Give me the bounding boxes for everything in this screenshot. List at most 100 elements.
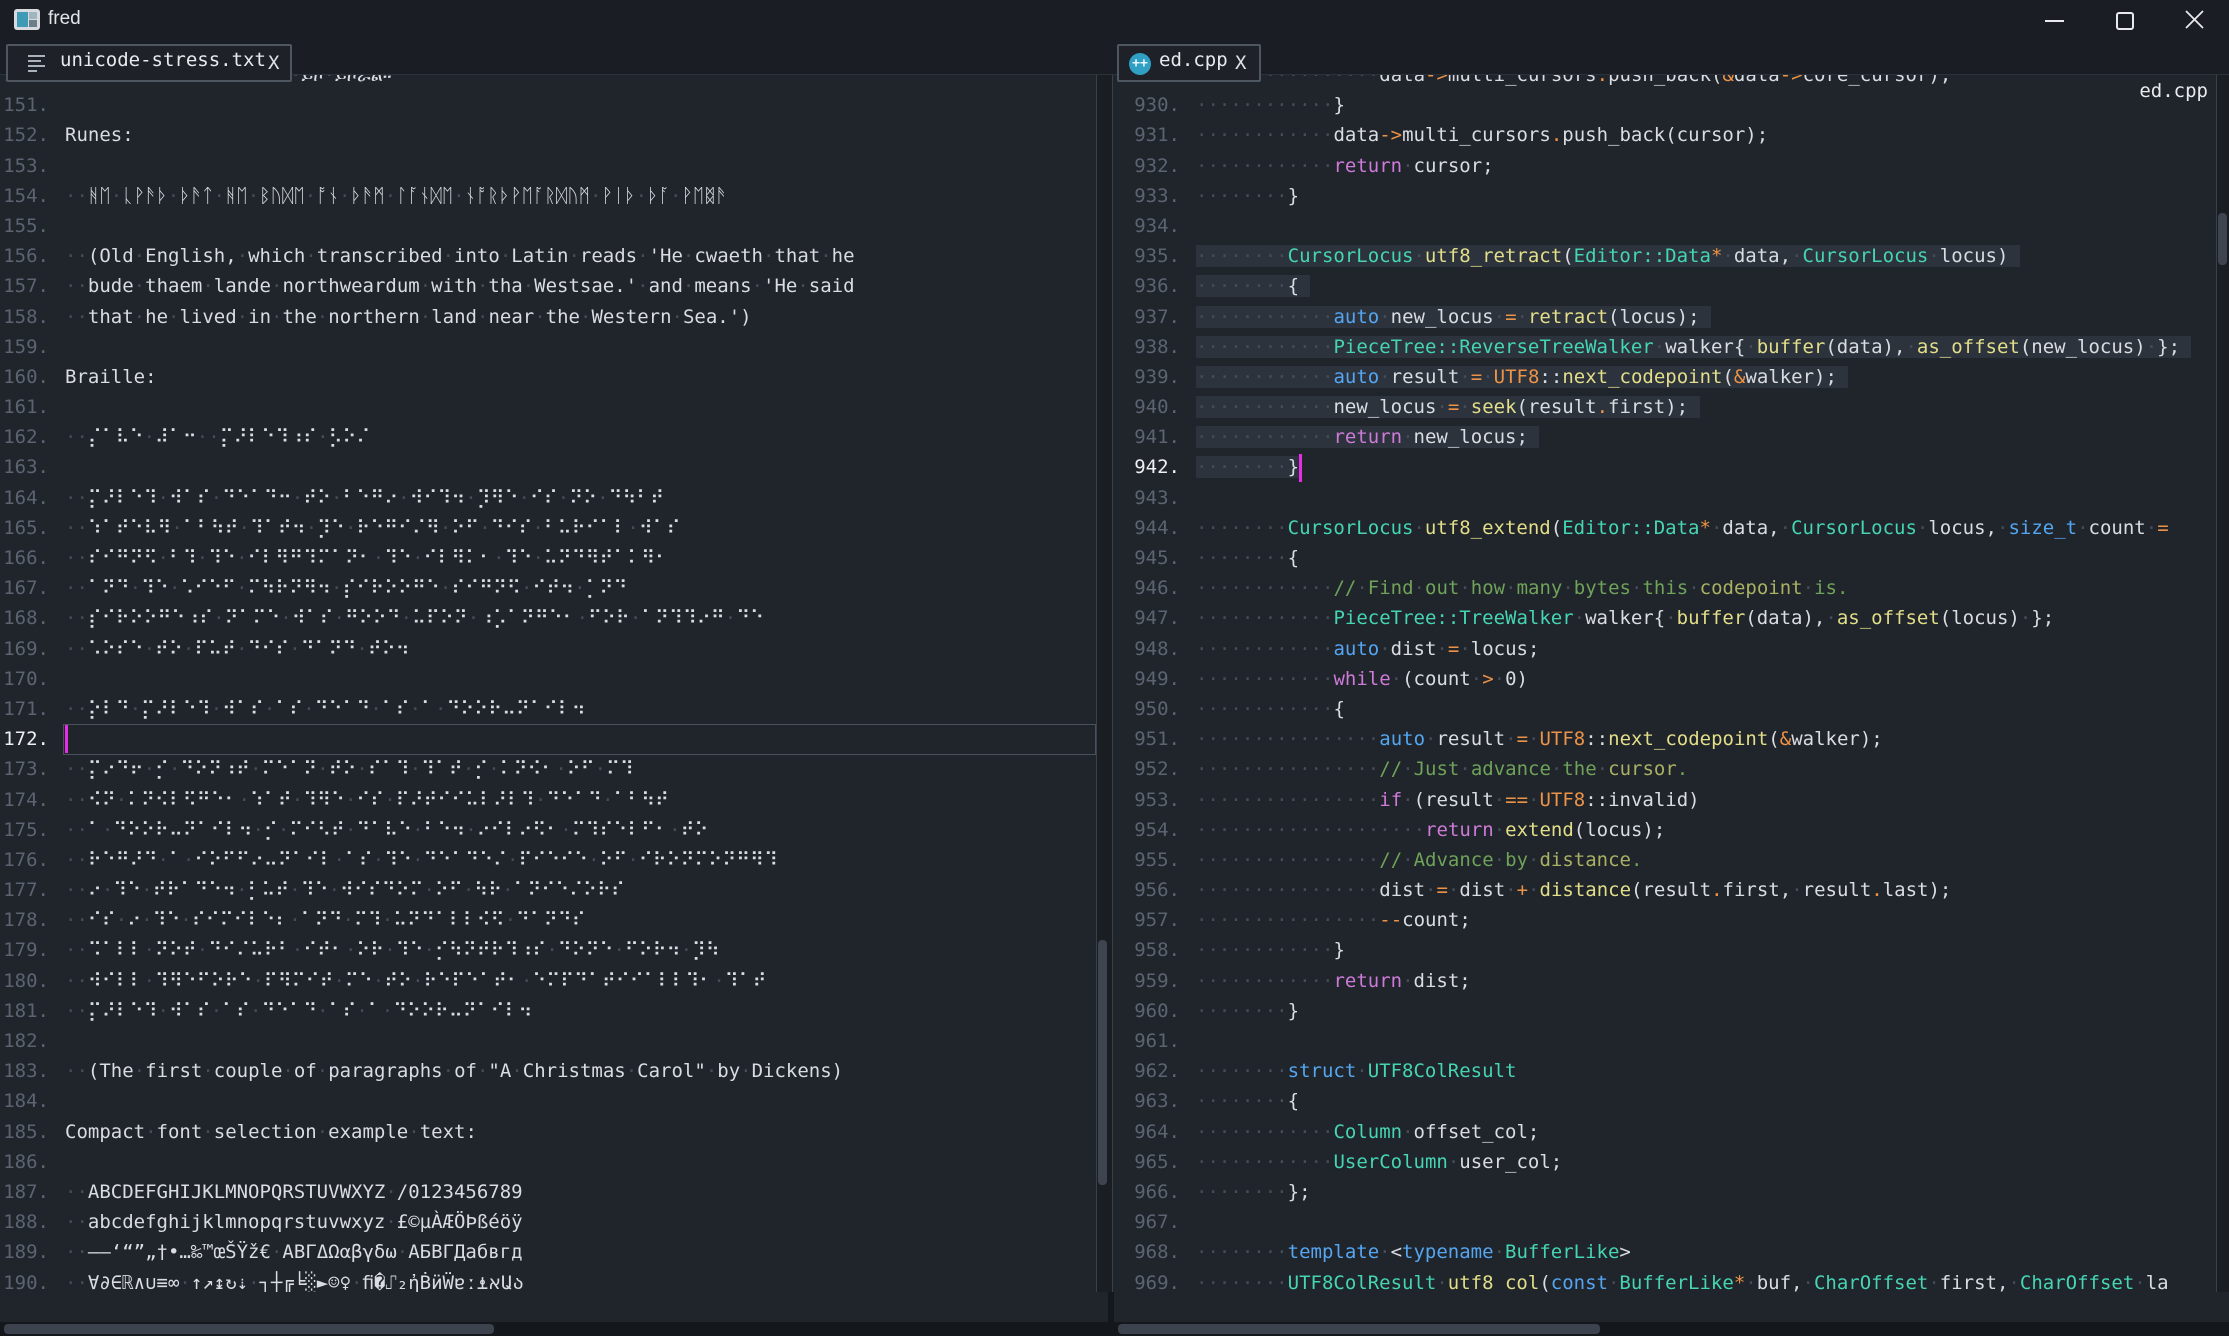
tab-ed-cpp[interactable]: ++ ed.cpp X (1117, 44, 1261, 82)
code-line[interactable]: 957.················--count; (1114, 905, 2216, 935)
code-line[interactable]: 934. (1114, 211, 2216, 241)
code-line[interactable]: 931.············data->multi_cursors.push… (1114, 120, 2216, 150)
code-line[interactable]: 967. (1114, 1207, 2216, 1237)
text-line[interactable]: 187.··ABCDEFGHIJKLMNOPQRSTUVWXYZ·/012345… (0, 1177, 1096, 1207)
code-line[interactable]: 968.········template·<typename·BufferLik… (1114, 1237, 2216, 1267)
tab-close-icon[interactable]: X (268, 52, 284, 74)
text-line[interactable]: 181.··⡍⠜⠇⠑⠹·⠺⠁⠎·⠁⠎·⠙⠑⠁⠙·⠁⠎·⠁·⠙⠕⠕⠗⠤⠝⠁⠊⠇⠲ (0, 996, 1096, 1026)
text-line[interactable]: 188.··abcdefghijklmnopqrstuvwxyz·£©µÀÆÖÞ… (0, 1207, 1096, 1237)
code-line[interactable]: 965.············UserColumn·user_col; (1114, 1147, 2216, 1177)
whitespace-dot: · (382, 909, 393, 931)
text-line[interactable]: 161. (0, 392, 1096, 422)
code-line[interactable]: 966.········}; (1114, 1177, 2216, 1207)
text-line[interactable]: 174.··⠪⠝·⠅⠝⠪⠇⠫⠛⠑⠂·⠱⠁⠞·⠹⠻⠑·⠊⠎·⠏⠜⠞⠊⠊⠥⠇⠜⠇⠹·… (0, 785, 1096, 815)
text-line[interactable]: 165.··⠱⠁⠞⠑⠧⠻·⠁⠃⠳⠞·⠹⠁⠞⠲·⡹⠑·⠗⠑⠛⠊⠌⠻·⠕⠋·⠙⠊⠎·… (0, 513, 1096, 543)
code-line[interactable]: 960.········} (1114, 996, 2216, 1026)
text-line[interactable]: 157.··bude·thaem·lande·northweardum·with… (0, 271, 1096, 301)
code-line[interactable]: 948.············auto·dist·=·locus; (1114, 634, 2216, 664)
code-line[interactable]: 952.················//·Just·advance·the·… (1114, 754, 2216, 784)
code-line[interactable]: 961. (1114, 1026, 2216, 1056)
right-horizontal-scrollbar[interactable] (1114, 1322, 2229, 1336)
whitespace-dot: · (239, 517, 250, 539)
code-line[interactable]: 955.················//·Advance·by·distan… (1114, 845, 2216, 875)
text-line[interactable]: 182. (0, 1026, 1096, 1056)
text-line[interactable]: 153. (0, 151, 1096, 181)
code-line[interactable]: 933.········} (1114, 181, 2216, 211)
code-line[interactable]: 939.············auto·result·=·UTF8::next… (1114, 362, 2216, 392)
minimize-button[interactable] (2022, 0, 2086, 38)
text-line[interactable]: 177.··⠔·⠹⠑·⠞⠗⠁⠙⠑⠲·⡃⠥⠞·⠹⠑·⠺⠊⠎⠙⠕⠍·⠕⠋·⠳⠗·⠁⠝… (0, 875, 1096, 905)
code-line[interactable]: 936.········{ (1114, 271, 2216, 301)
code-line[interactable]: 945.········{ (1114, 543, 2216, 573)
text-line[interactable]: 178.··⠊⠎·⠔·⠹⠑·⠎⠊⠍⠊⠇⠑⠆·⠁⠝⠙·⠍⠹·⠥⠝⠙⠁⠇⠇⠪⠫·⠙⠁… (0, 905, 1096, 935)
code-line[interactable]: 935.········CursorLocus·utf8_retract(Edi… (1114, 241, 2216, 271)
text-line[interactable]: 167.··⠁⠝⠙·⠹⠑·⠡⠊⠑⠋·⠍⠳⠗⠝⠻⠲·⡎⠊⠗⠕⠕⠛⠑·⠎⠊⠛⠝⠫·⠊… (0, 573, 1096, 603)
tab-unicode-stress[interactable]: unicode-stress.txt X (6, 44, 292, 82)
text-line[interactable]: 158.··that·he·lived·in·the·northern·land… (0, 302, 1096, 332)
text-line[interactable]: 185.Compact·font·selection·example·text: (0, 1117, 1096, 1147)
code-line[interactable]: 944.········CursorLocus·utf8_extend(Edit… (1114, 513, 2216, 543)
code-line[interactable]: 946.············//·Find·out·how·many·byt… (1114, 573, 2216, 603)
left-vertical-scrollbar-thumb[interactable] (1098, 940, 1107, 1185)
code-line[interactable]: 942.········} (1114, 452, 2216, 482)
code-line[interactable]: 930.············} (1114, 90, 2216, 120)
code-line[interactable]: 949.············while·(count·>·0) (1114, 664, 2216, 694)
text-line[interactable]: 151. (0, 90, 1096, 120)
code-line[interactable]: 932.············return·cursor; (1114, 151, 2216, 181)
code-line[interactable]: 950.············{ (1114, 694, 2216, 724)
code-line[interactable]: 938.············PieceTree::ReverseTreeWa… (1114, 332, 2216, 362)
code-line[interactable]: 954.····················return·extend(lo… (1114, 815, 2216, 845)
text-line[interactable]: 166.··⠎⠊⠛⠝⠫·⠃⠹·⠹⠑·⠊⠇⠻⠛⠹⠍⠁⠝⠂·⠹⠑·⠊⠇⠻⠅⠂·⠹⠑·… (0, 543, 1096, 573)
text-line[interactable]: 180.··⠺⠊⠇⠇·⠹⠻⠑⠋⠕⠗⠑·⠏⠻⠍⠊⠞·⠍⠑·⠞⠕·⠗⠑⠏⠑⠁⠞⠂·⠑… (0, 966, 1096, 996)
text-line[interactable]: 159. (0, 332, 1096, 362)
text-line[interactable]: 189.··–—‘“”„†•…‰™œŠŸž€·ΑΒΓΔΩαβγδω·АБВГДа… (0, 1237, 1096, 1267)
text-line[interactable]: 169.··⠡⠕⠎⠑·⠞⠕·⠏⠥⠞·⠙⠊⠎·⠙⠁⠝⠙·⠞⠕⠲ (0, 634, 1096, 664)
text-line[interactable]: 152.Runes: (0, 120, 1096, 150)
code-line[interactable]: 958.············} (1114, 935, 2216, 965)
code-line[interactable]: 951.················auto·result·=·UTF8::… (1114, 724, 2216, 754)
code-line[interactable]: 941.············return·new_locus; (1114, 422, 2216, 452)
text-line[interactable]: 175.··⠁·⠙⠕⠕⠗⠤⠝⠁⠊⠇⠲·⡊·⠍⠊⠣⠞·⠙⠁⠧⠑·⠃⠑⠲·⠔⠊⠇⠔⠫… (0, 815, 1096, 845)
text-line[interactable]: 163. (0, 452, 1096, 482)
left-horizontal-scrollbar-thumb[interactable] (4, 1324, 494, 1334)
code-line[interactable]: 953.················if·(result·==·UTF8::… (1114, 785, 2216, 815)
right-editor-area[interactable]: 929.················data->multi_cursors.… (1114, 60, 2216, 1298)
text-line[interactable]: 155. (0, 211, 1096, 241)
code-line[interactable]: 943. (1114, 483, 2216, 513)
text-line[interactable]: 176.··⠗⠑⠛⠜⠙·⠁·⠊⠕⠋⠋⠔⠤⠝⠁⠊⠇·⠁⠎·⠹⠑·⠙⠑⠁⠙⠑⠌·⠏⠊… (0, 845, 1096, 875)
code-line[interactable]: 962.········struct·UTF8ColResult (1114, 1056, 2216, 1086)
text-line[interactable]: 168.··⡎⠊⠗⠕⠕⠛⠑⠰⠎·⠝⠁⠍⠑·⠺⠁⠎·⠛⠕⠕⠙·⠥⠏⠕⠝·⠰⡡⠁⠝⠛… (0, 603, 1096, 633)
line-number: 964. (1114, 1117, 1180, 1147)
whitespace-dot: · (1196, 1181, 1207, 1203)
text-line[interactable]: 162.··⡌⠁⠧⠑·⠼⠁⠒··⡍⠜⠇⠑⠹⠰⠎·⡣⠕⠌ (0, 422, 1096, 452)
code-line[interactable]: 947.············PieceTree::TreeWalker·wa… (1114, 603, 2216, 633)
text-line[interactable]: 164.··⡍⠜⠇⠑⠹·⠺⠁⠎·⠙⠑⠁⠙⠒·⠞⠕·⠃⠑⠛⠔·⠺⠊⠹⠲·⡹⠻⠑·⠊… (0, 483, 1096, 513)
whitespace-dot: · (440, 577, 451, 599)
maximize-button[interactable] (2092, 0, 2156, 38)
text-line[interactable]: 171.··⡕⠇⠙·⡍⠜⠇⠑⠹·⠺⠁⠎·⠁⠎·⠙⠑⠁⠙·⠁⠎·⠁·⠙⠕⠕⠗⠤⠝⠁… (0, 694, 1096, 724)
tab-close-icon[interactable]: X (1235, 52, 1251, 74)
close-button[interactable] (2162, 0, 2226, 38)
code-line[interactable]: 956.················dist·=·dist·+·distan… (1114, 875, 2216, 905)
left-horizontal-scrollbar[interactable] (0, 1322, 1108, 1336)
code-line[interactable]: 964.············Column·offset_col; (1114, 1117, 2216, 1147)
text-line[interactable]: 183.··(The·first·couple·of·paragraphs·of… (0, 1056, 1096, 1086)
text-line[interactable]: 179.··⠩⠁⠇⠇·⠝⠕⠞·⠙⠊⠌⠥⠗⠃·⠊⠞⠂·⠕⠗·⠹⠑·⡊⠳⠝⠞⠗⠹⠰⠎… (0, 935, 1096, 965)
text-line[interactable]: 186. (0, 1147, 1096, 1177)
code-line[interactable]: 937.············auto·new_locus·=·retract… (1114, 302, 2216, 332)
text-line[interactable]: 154.··ᚻᛖ·ᚳᚹᚫᚦ·ᚦᚫᛏ·ᚻᛖ·ᛒᚢᛞᛖ·ᚩᚾ·ᚦᚫᛗ·ᛚᚪᚾᛞᛖ·ᚾ… (0, 181, 1096, 211)
left-editor-area[interactable]: 150.··ዓባይ·ማደሪያ·የለው፥·ግንድ·ይዞ·ይዞራል።151.152.… (0, 60, 1096, 1298)
right-horizontal-scrollbar-thumb[interactable] (1118, 1324, 1600, 1334)
whitespace-dot: · (1230, 789, 1241, 811)
text-line[interactable]: 173.··⡍⠔⠙⠖·⡊·⠙⠕⠝⠰⠞·⠍⠑⠁⠝·⠞⠕·⠎⠁⠹·⠹⠁⠞·⡊·⠅⠝⠪… (0, 754, 1096, 784)
code-line[interactable]: 959.············return·dist; (1114, 966, 2216, 996)
whitespace-dot: · (597, 487, 608, 509)
text-line[interactable]: 170. (0, 664, 1096, 694)
whitespace-dot: · (1196, 124, 1207, 146)
text-line[interactable]: 184. (0, 1086, 1096, 1116)
right-vertical-scrollbar-thumb[interactable] (2218, 213, 2227, 265)
text-line[interactable]: 160.Braille: (0, 362, 1096, 392)
text-line[interactable]: 156.··(Old·English,·which·transcribed·in… (0, 241, 1096, 271)
code-line[interactable]: 963.········{ (1114, 1086, 2216, 1116)
code-line[interactable]: 940.············new_locus·=·seek(result.… (1114, 392, 2216, 422)
